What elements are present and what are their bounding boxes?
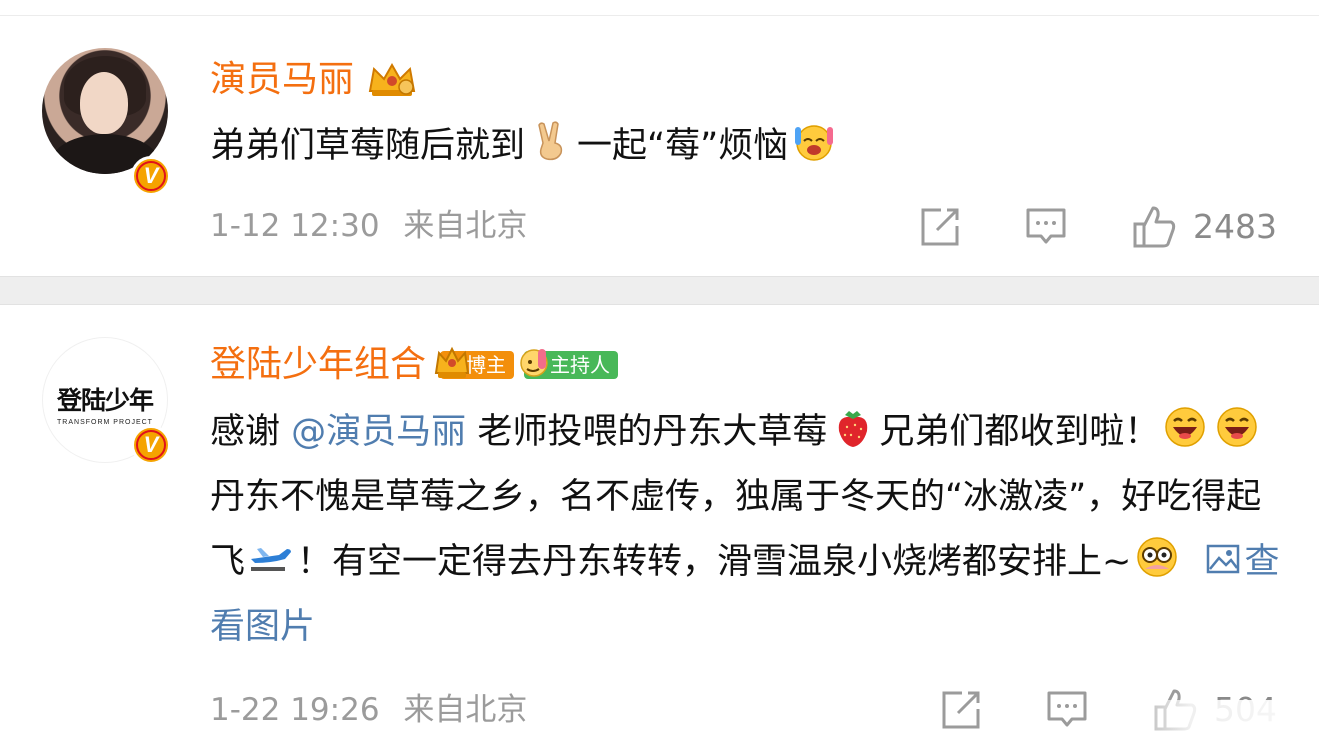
strawberry-icon — [831, 405, 875, 449]
comment-card: V 演员马丽 弟弟们草莓随后就到 一起“莓”烦恼 1-12 12:30 来自北京 … — [0, 16, 1319, 276]
comment-meta: 1-22 19:26 来自北京 — [210, 690, 527, 730]
laughing-face-icon — [1215, 405, 1259, 449]
comment-meta: 1-12 12:30 来自北京 — [210, 206, 527, 246]
comment-icon[interactable] — [1044, 687, 1090, 733]
repost-icon[interactable] — [938, 687, 984, 733]
action-bar: 2483 — [917, 204, 1277, 250]
image-icon — [1205, 534, 1241, 574]
crown-icon — [434, 345, 470, 383]
comment-text: 弟弟们草莓随后就到 一起“莓”烦恼 — [210, 114, 1290, 179]
verified-badge-icon: V — [131, 425, 171, 465]
blogger-badge: 博主 — [434, 346, 515, 381]
mention-link[interactable]: @演员马丽 — [291, 412, 466, 452]
microphone-icon — [518, 345, 554, 383]
timestamp: 1-12 12:30 — [210, 208, 380, 244]
location: 来自北京 — [403, 208, 528, 244]
surprised-face-icon — [1135, 535, 1179, 579]
crying-laugh-icon — [792, 119, 836, 163]
crown-icon — [366, 61, 418, 99]
watermark-overlay — [1111, 700, 1311, 750]
repost-icon[interactable] — [917, 204, 963, 250]
airplane-icon — [249, 535, 293, 579]
author-row: 演员马丽 — [210, 58, 418, 102]
avatar-logo: 登陆少年 — [56, 385, 154, 415]
avatar-logo-sub: TRANSFORM PROJECT — [57, 418, 153, 426]
comment-card: 登陆少年 TRANSFORM PROJECT V 登陆少年组合 博主 主持人 感… — [0, 305, 1319, 756]
location: 来自北京 — [403, 692, 528, 728]
section-divider — [0, 276, 1319, 305]
laughing-face-icon — [1163, 405, 1207, 449]
top-divider — [0, 0, 1319, 16]
victory-hand-icon — [529, 119, 573, 163]
host-badge: 主持人 — [520, 349, 619, 381]
author-name[interactable]: 演员马丽 — [210, 58, 354, 102]
comment-text: 感谢 @演员马丽 老师投喂的丹东大草莓 兄弟们都收到啦！丹东不愧是草莓之乡，名不虚… — [210, 400, 1290, 660]
verified-badge-icon: V — [131, 156, 171, 196]
like-count: 2483 — [1193, 207, 1277, 246]
comment-icon[interactable] — [1023, 204, 1069, 250]
author-row: 登陆少年组合 博主 主持人 — [210, 343, 619, 387]
timestamp: 1-22 19:26 — [210, 692, 380, 728]
author-name[interactable]: 登陆少年组合 — [210, 343, 426, 387]
like-icon[interactable] — [1131, 204, 1177, 250]
